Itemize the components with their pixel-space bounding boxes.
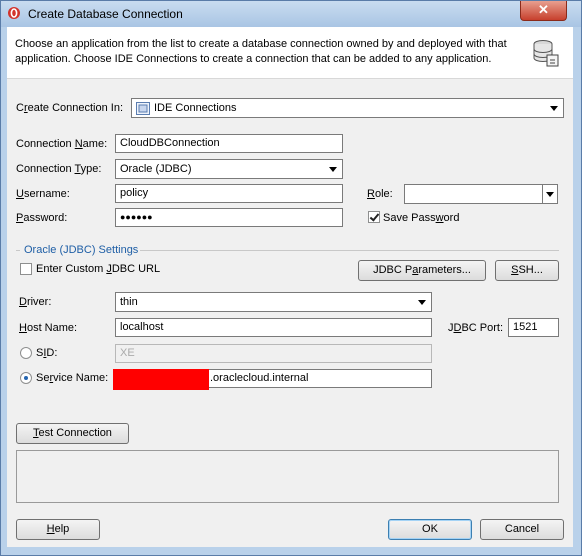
role-select[interactable] (404, 184, 558, 204)
test-connection-button[interactable]: Test Connection (16, 423, 129, 444)
create-connection-in-select[interactable]: IDE Connections (131, 98, 564, 118)
password-input[interactable]: ●●●●●● (115, 208, 343, 227)
test-status-output (16, 450, 559, 503)
chevron-down-icon (418, 300, 426, 305)
connection-type-label: Connection Type: (16, 163, 102, 175)
custom-jdbc-url-label[interactable]: Enter Custom JDBC URL (36, 263, 160, 275)
banner-description: Choose an application from the list to c… (15, 38, 507, 65)
save-password-checkbox[interactable] (368, 211, 380, 223)
role-label: Role: (367, 188, 393, 200)
connection-type-select[interactable]: Oracle (JDBC) (115, 159, 343, 179)
cancel-button[interactable]: Cancel (480, 519, 564, 540)
username-input[interactable]: policy (115, 184, 343, 203)
connection-name-input[interactable]: CloudDBConnection (115, 134, 343, 153)
oracle-app-icon (8, 7, 20, 19)
chevron-down-icon (329, 167, 337, 172)
section-separator-right (140, 250, 559, 251)
jdbc-parameters-button[interactable]: JDBC Parameters... (358, 260, 486, 281)
close-icon: ✕ (538, 2, 549, 17)
host-name-label: Host Name: (19, 322, 78, 334)
help-button[interactable]: Help (16, 519, 100, 540)
password-label: Password: (16, 212, 68, 224)
sid-radio[interactable] (20, 347, 32, 359)
combo-divider (542, 185, 543, 203)
section-separator-left (16, 250, 20, 251)
save-password-label[interactable]: Save Password (383, 212, 459, 224)
jdbc-port-input[interactable]: 1521 (508, 318, 559, 337)
jdbc-port-label: JDBC Port: (448, 322, 504, 334)
window-title: Create Database Connection (28, 7, 183, 21)
redaction-block (113, 369, 209, 390)
database-connection-icon (533, 40, 559, 67)
chevron-down-icon (546, 192, 554, 197)
driver-label: Driver: (19, 296, 52, 308)
service-name-radio[interactable] (20, 372, 32, 384)
sid-label[interactable]: SID: (36, 347, 57, 359)
title-bar[interactable]: Create Database Connection ✕ (1, 1, 581, 27)
username-label: Username: (16, 188, 70, 200)
ok-button[interactable]: OK (388, 519, 472, 540)
service-name-label[interactable]: Service Name: (36, 372, 108, 384)
jdbc-settings-section-title: Oracle (JDBC) Settings (24, 244, 139, 256)
host-name-input[interactable]: localhost (115, 318, 432, 337)
create-connection-in-label: Create Connection In: (16, 102, 124, 114)
connection-name-label: Connection Name: (16, 138, 108, 150)
close-button[interactable]: ✕ (520, 1, 567, 21)
custom-jdbc-url-checkbox[interactable] (20, 263, 32, 275)
sid-input[interactable]: XE (115, 344, 432, 363)
service-name-value: .oraclecloud.internal (210, 372, 309, 384)
ssh-button[interactable]: SSH... (495, 260, 559, 281)
header-banner: Choose an application from the list to c… (7, 27, 573, 79)
ide-connections-icon (136, 102, 150, 115)
driver-select[interactable]: thin (115, 292, 432, 312)
chevron-down-icon (550, 106, 558, 111)
